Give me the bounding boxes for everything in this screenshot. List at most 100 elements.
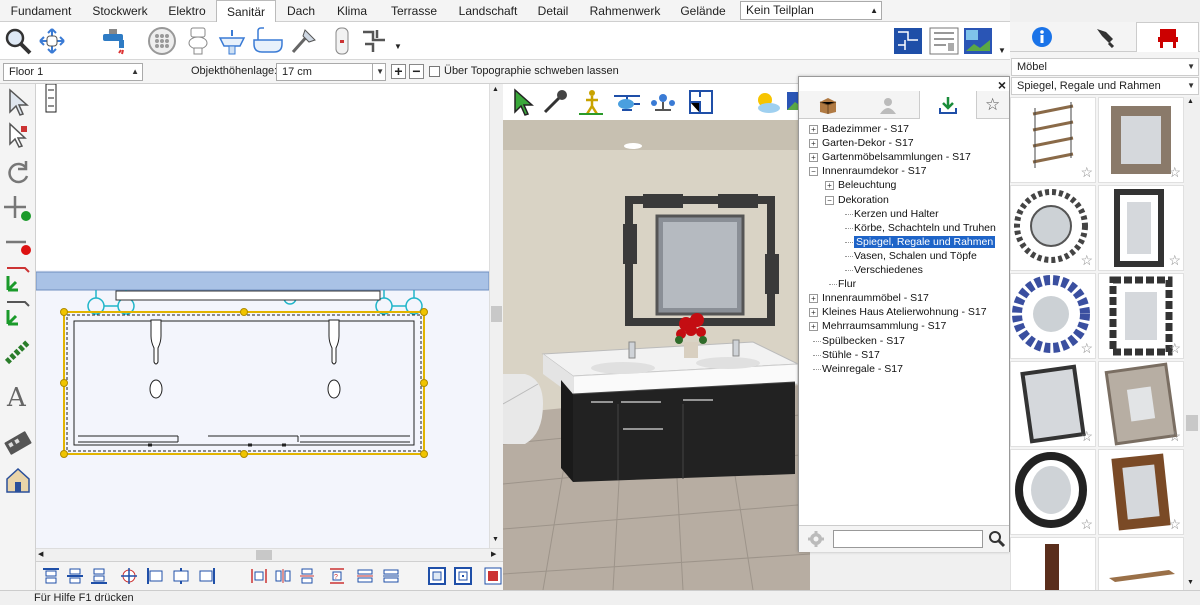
tree-item[interactable]: Innenraumdekor - S17 [822,165,926,177]
collapse-icon[interactable]: − [809,167,818,177]
tab-rahmenwerk[interactable]: Rahmenwerk [580,0,670,22]
align-left-icon[interactable] [146,567,164,585]
floor-plan-canvas[interactable] [36,84,489,548]
favorite-star-icon[interactable]: ☆ [1080,516,1093,533]
scroll-left-icon[interactable]: ◀ [38,550,43,558]
tree-item[interactable]: Kleines Haus Atelierwohnung - S17 [822,306,987,318]
tree-item[interactable]: Spiegel, Regale und Rahmen [854,235,996,248]
tree-item[interactable]: Kerzen und Halter [854,208,939,220]
pipe-fitting-icon[interactable] [358,25,390,57]
same-height-icon[interactable] [382,567,400,585]
tree-item[interactable]: Badezimmer - S17 [822,123,909,135]
remove-point-icon[interactable] [2,230,34,262]
join-line-icon[interactable] [2,296,34,328]
3d-select-arrow-icon[interactable] [507,86,539,118]
space-v-icon[interactable] [298,567,316,585]
tree-item[interactable]: Spülbecken - S17 [822,335,905,347]
expand-icon[interactable]: + [809,139,818,149]
film-camera-icon[interactable] [2,426,34,458]
favorite-star-icon[interactable]: ☆ [1080,428,1093,445]
thumbnail-mirror-rustic[interactable]: ☆ [1098,449,1184,535]
tree-item[interactable]: Innenraummöbel - S17 [822,292,929,304]
elevation-view-icon[interactable] [928,25,960,57]
chain-icon[interactable] [2,336,34,368]
tree-item[interactable]: Körbe, Schachteln und Truhen [854,222,996,234]
tab-dach[interactable]: Dach [276,0,326,22]
expand-icon[interactable]: + [825,181,834,191]
favorite-star-icon[interactable]: ☆ [1080,252,1093,269]
align-right-icon[interactable] [198,567,216,585]
teilplan-dropdown[interactable]: Kein Teilplan ▲ [740,1,882,20]
eyedropper-icon[interactable] [539,86,571,118]
expand-icon[interactable]: + [809,294,818,304]
tree-item[interactable]: Dekoration [838,194,889,206]
water-heater-icon[interactable] [326,25,358,57]
favorite-star-icon[interactable]: ☆ [1080,340,1093,357]
distribute-h-icon[interactable] [250,567,268,585]
select-arrow-icon[interactable] [2,86,34,118]
library-scrollbar[interactable]: ▲ ▼ [1184,97,1200,590]
select-multi-icon[interactable] [2,120,34,152]
favorite-star-icon[interactable]: ☆ [1168,428,1181,445]
toilet-icon[interactable] [182,25,214,57]
tree-item[interactable]: Verschiedenes [854,264,923,276]
catalog-search-input[interactable] [833,530,983,548]
rotate-icon[interactable] [2,156,34,188]
favorite-star-icon[interactable]: ☆ [1168,516,1181,533]
tab-furniture[interactable] [1136,22,1199,52]
shower-head-icon[interactable] [288,25,320,57]
tab-terrasse[interactable]: Terrasse [378,0,450,22]
tree-item[interactable]: Vasen, Schalen und Töpfe [854,250,977,262]
subcategory-select[interactable]: Spiegel, Regale und Rahmen ▼ [1011,77,1199,95]
more-tools-arrow-icon[interactable]: ▼ [394,42,402,51]
tree-item[interactable]: Stühle - S17 [822,349,880,361]
tab-landschaft[interactable]: Landschaft [450,0,526,22]
view-options-arrow-icon[interactable]: ▼ [998,46,1006,55]
tab-fundament[interactable]: Fundament [0,0,82,22]
scroll-right-icon[interactable]: ▶ [491,550,496,558]
thumbnail-mirror-ornate[interactable]: ☆ [1098,361,1184,447]
thumbnail-floating-shelf[interactable] [1098,537,1184,590]
floor-plan-view-icon[interactable] [892,25,924,57]
center-both-icon[interactable] [120,567,138,585]
tab-sanitaer[interactable]: Sanitär [216,0,276,23]
pan-hand-icon[interactable] [36,25,68,57]
collapse-icon[interactable]: − [825,195,834,205]
tab-elektro[interactable]: Elektro [158,0,216,22]
favorite-star-icon[interactable]: ☆ [1080,164,1093,181]
favorites-star-icon[interactable]: ☆ [985,95,1000,115]
fly-helicopter-icon[interactable] [611,86,643,118]
expand-icon[interactable]: + [809,322,818,332]
thumbnail-mirror-wood[interactable]: ☆ [1098,97,1184,183]
same-width-icon[interactable] [356,567,374,585]
floor-select[interactable]: Floor 1 ▲ [3,63,143,81]
align-center-icon[interactable] [172,567,190,585]
expand-icon[interactable]: + [809,125,818,134]
tree-item[interactable]: Weinregale - S17 [822,363,903,375]
topo-checkbox[interactable] [429,66,440,77]
zoom-icon[interactable] [2,25,34,57]
scroll-thumb[interactable] [491,306,502,322]
scroll-down-icon[interactable]: ▼ [1187,579,1194,586]
category-select[interactable]: Möbel ▼ [1011,58,1199,76]
drain-grate-icon[interactable] [146,25,178,57]
tab-catalog[interactable] [799,91,857,119]
color-swatch-icon[interactable] [484,567,502,585]
expand-icon[interactable]: + [809,153,818,163]
distribute-v-icon[interactable]: ? [328,567,346,585]
thumbnail-mirror-sunburst[interactable]: ☆ [1010,185,1096,271]
tab-downloads[interactable] [919,91,977,119]
thumbnail-bracket[interactable] [1010,537,1096,590]
tab-stockwerk[interactable]: Stockwerk [82,0,158,22]
search-icon[interactable] [988,530,1006,551]
scroll-up-icon[interactable]: ▲ [1187,98,1194,105]
scroll-thumb[interactable] [256,550,272,560]
tab-klima[interactable]: Klima [326,0,378,22]
tree-item[interactable]: Garten-Dekor - S17 [822,137,914,149]
tab-pen-tool[interactable] [1073,22,1136,52]
thumbnail-wall-shelf[interactable]: ☆ [1010,97,1096,183]
3d-view-icon[interactable] [962,25,994,57]
scroll-up-icon[interactable]: ▲ [492,86,499,93]
tree-item[interactable]: Mehrraumsammlung - S17 [822,320,946,332]
faucet-icon[interactable] [98,25,130,57]
